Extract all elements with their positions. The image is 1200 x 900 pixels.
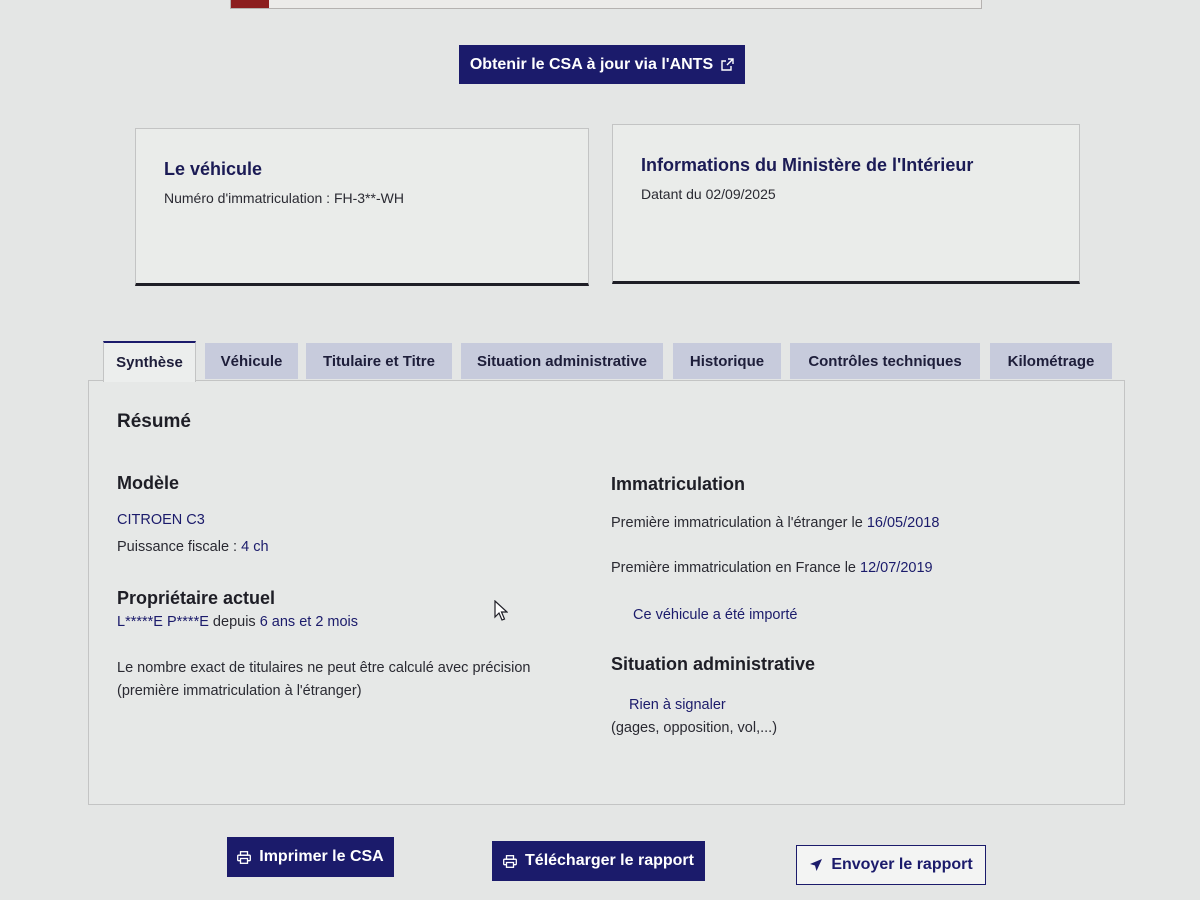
foreign-registration-line: Première immatriculation à l'étranger le… bbox=[611, 515, 939, 531]
foreign-registration-date: 16/05/2018 bbox=[866, 515, 940, 531]
tab-situation-administrative[interactable]: Situation administrative bbox=[461, 343, 663, 379]
owner-note-line2: (première immatriculation à l'étranger) bbox=[117, 683, 362, 699]
tab-vehicule[interactable]: Véhicule bbox=[205, 343, 298, 379]
vehicle-card-title: Le véhicule bbox=[164, 159, 263, 179]
tab-controles-techniques[interactable]: Contrôles techniques bbox=[790, 343, 980, 379]
top-alert-box bbox=[230, 0, 982, 9]
owner-name: L*****E P****E bbox=[117, 614, 209, 630]
mouse-pointer-icon bbox=[494, 599, 509, 627]
france-registration-label: Première immatriculation en France le bbox=[611, 560, 861, 576]
ants-csa-button[interactable]: Obtenir le CSA à jour via l'ANTS bbox=[459, 45, 745, 84]
foreign-registration-label: Première immatriculation à l'étranger le bbox=[611, 515, 867, 531]
owner-line: L*****E P****E depuis 6 ans et 2 mois bbox=[117, 614, 358, 630]
tab-synthese[interactable]: Synthèse bbox=[103, 341, 196, 382]
france-registration-date: 12/07/2019 bbox=[860, 560, 933, 576]
fiscal-power-value: 4 ch bbox=[241, 539, 269, 555]
plate-number-text: Numéro d'immatriculation : FH-3**-WH bbox=[164, 190, 404, 206]
ministry-card-title: Informations du Ministère de l'Intérieur bbox=[641, 155, 974, 175]
tab-situation-administrative-label: Situation administrative bbox=[476, 352, 648, 370]
tab-historique-label: Historique bbox=[689, 352, 765, 370]
tab-kilometrage-label: Kilométrage bbox=[1007, 352, 1095, 370]
owner-since-label: depuis bbox=[208, 614, 260, 630]
summary-heading: Résumé bbox=[117, 411, 191, 432]
print-csa-label: Imprimer le CSA bbox=[259, 848, 384, 865]
admin-situation-heading: Situation administrative bbox=[611, 654, 816, 674]
france-registration-line: Première immatriculation en France le 12… bbox=[611, 560, 933, 576]
tab-controles-techniques-label: Contrôles techniques bbox=[808, 352, 962, 370]
owner-since-value: 6 ans et 2 mois bbox=[259, 614, 359, 630]
printer-icon bbox=[237, 850, 252, 864]
send-report-button[interactable]: Envoyer le rapport bbox=[796, 845, 986, 885]
registration-heading: Immatriculation bbox=[611, 474, 746, 494]
imported-text: Ce véhicule a été importé bbox=[633, 607, 798, 623]
ants-csa-label: Obtenir le CSA à jour via l'ANTS bbox=[469, 55, 714, 73]
send-report-label: Envoyer le rapport bbox=[831, 856, 973, 873]
tab-titulaire-titre-label: Titulaire et Titre bbox=[323, 352, 435, 370]
model-heading: Modèle bbox=[117, 473, 180, 493]
print-csa-button[interactable]: Imprimer le CSA bbox=[227, 837, 394, 877]
ministry-card: Informations du Ministère de l'Intérieur… bbox=[612, 124, 1080, 284]
owner-heading: Propriétaire actuel bbox=[117, 588, 276, 608]
ministry-date-text: Datant du 02/09/2025 bbox=[641, 186, 776, 202]
tab-vehicule-label: Véhicule bbox=[220, 352, 283, 370]
owner-note-line1: Le nombre exact de titulaires ne peut êt… bbox=[117, 660, 531, 676]
tab-kilometrage[interactable]: Kilométrage bbox=[990, 343, 1112, 379]
synthese-panel: Résumé Modèle CITROEN C3 Puissance fisca… bbox=[88, 380, 1125, 805]
vehicle-card: Le véhicule Numéro d'immatriculation : F… bbox=[135, 128, 589, 286]
admin-status-text: Rien à signaler bbox=[629, 697, 726, 713]
tab-titulaire-titre[interactable]: Titulaire et Titre bbox=[306, 343, 452, 379]
fiscal-power-label: Puissance fiscale : bbox=[117, 539, 242, 555]
printer-icon bbox=[503, 854, 517, 868]
send-arrow-icon bbox=[809, 858, 823, 872]
tab-historique[interactable]: Historique bbox=[673, 343, 781, 379]
tab-synthese-label: Synthèse bbox=[116, 354, 183, 371]
download-report-button[interactable]: Télécharger le rapport bbox=[492, 841, 705, 881]
external-link-icon bbox=[721, 58, 734, 71]
admin-details-text: (gages, opposition, vol,...) bbox=[611, 720, 778, 736]
fiscal-power-line: Puissance fiscale : 4 ch bbox=[117, 539, 269, 555]
download-report-label: Télécharger le rapport bbox=[525, 852, 694, 869]
model-name: CITROEN C3 bbox=[117, 512, 205, 528]
alert-accent-bar bbox=[231, 0, 269, 8]
